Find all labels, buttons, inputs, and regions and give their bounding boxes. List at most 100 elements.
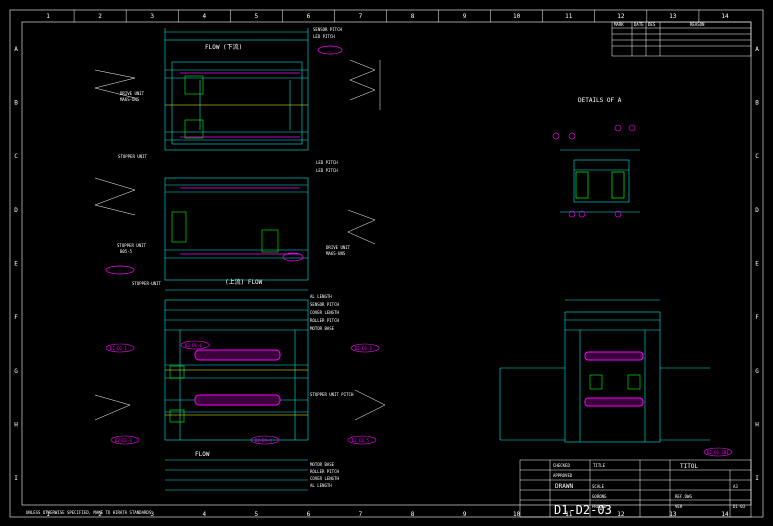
front-stopper-pitch: STOPPER UNIT PITCH xyxy=(310,392,354,397)
tb-version: VER xyxy=(675,504,683,509)
cad-drawing: 11223344556677889910101111121213131414 A… xyxy=(9,9,764,518)
top-sensor-pitch: SENSOR PITCH xyxy=(313,27,342,32)
tb-drawing-no: D1-D2-03 xyxy=(554,503,612,517)
tb-name-0: GORONG xyxy=(592,494,607,499)
middle-drive-unit: DRIVE UNIT xyxy=(326,245,351,250)
section-tag-2: D2-D1-3 xyxy=(115,438,132,443)
top-drive-unit: DRIVE UNIT xyxy=(120,91,145,96)
border-column-13-top: 13 xyxy=(669,13,677,20)
middle-view: (上流) FLOW LED PITCH STOPPER UNIT B05-5 D… xyxy=(94,168,376,291)
border-column-7-top: 7 xyxy=(359,13,363,20)
border-row-E-right: E xyxy=(755,261,759,268)
front-bottom-callout-2: COVER LENGTH xyxy=(310,476,339,481)
tb-checked-label: CHECKED xyxy=(553,463,570,468)
border-column-1-top: 1 xyxy=(46,13,50,20)
border-column-4-top: 4 xyxy=(202,13,206,20)
tb-title-value: TITOL xyxy=(680,463,698,470)
border-row-E-left: E xyxy=(14,261,18,268)
front-callout-3: ROLLER PITCH xyxy=(310,318,339,323)
border-row-B-right: B xyxy=(755,100,759,107)
tb-approved-label: APPROVED xyxy=(553,473,573,478)
border-row-F-right: F xyxy=(755,314,759,321)
border-column-3-top: 3 xyxy=(150,13,154,20)
front-view: AL LENGTH SENSOR PITCH COVER LENGTH ROLL… xyxy=(94,294,386,491)
border-row-C-right: C xyxy=(755,153,759,160)
front-callout-4: MOTOR BASE xyxy=(310,326,335,331)
middle-flow-label: (上流) FLOW xyxy=(225,278,263,286)
tb-scale-label: SCALE xyxy=(592,484,605,489)
border-column-2-top: 2 xyxy=(98,13,102,20)
top-view: FLOW (下流) SENSOR PITCH LED PITCH DRIVE U… xyxy=(94,27,381,165)
border-column-14-top: 14 xyxy=(721,13,729,20)
border-column-5-bottom: 5 xyxy=(255,511,259,518)
border-row-H-right: H xyxy=(755,422,759,429)
border-row-I-right: I xyxy=(755,475,759,482)
revision-headers: MARK DATE DES REASON xyxy=(614,22,705,27)
border-row-F-left: F xyxy=(14,314,18,321)
border-column-8-top: 8 xyxy=(411,13,415,20)
border-column-6-bottom: 6 xyxy=(307,511,311,518)
front-bottom-callout-1: ROLLER PITCH xyxy=(310,469,339,474)
side-view: D2-D1-C01 xyxy=(499,299,733,457)
section-tag-5: D2-D1-6 xyxy=(185,343,202,348)
border-column-5-top: 5 xyxy=(255,13,259,20)
border-column-11-top: 11 xyxy=(565,13,573,20)
border-column-9-bottom: 9 xyxy=(463,511,467,518)
border-row-D-left: D xyxy=(14,207,18,214)
tb-title-label: TITLE xyxy=(593,463,606,468)
middle-stopper-unit: STOPPER UNIT xyxy=(117,243,146,248)
rev-header-mark: MARK xyxy=(614,22,624,27)
top-stopper-unit: STOPPER UNIT xyxy=(118,154,147,159)
border-column-8-bottom: 8 xyxy=(411,511,415,518)
border-row-C-left: C xyxy=(14,153,18,160)
front-flow-label: FLOW xyxy=(195,451,210,458)
rev-header-reason: REASON xyxy=(690,22,705,27)
rev-header-des: DES xyxy=(648,22,656,27)
details-title: DETAILS OF A xyxy=(578,97,622,104)
front-bottom-callout-0: MOTOR BASE xyxy=(310,462,335,467)
middle-magenta-callout xyxy=(105,265,135,275)
border-column-12-top: 12 xyxy=(617,13,625,20)
section-tag-0: D2-D1-1 xyxy=(110,346,127,351)
front-callout-0: AL LENGTH xyxy=(310,294,332,299)
border-column-4-bottom: 4 xyxy=(202,511,206,518)
side-tag: D2-D1-C01 xyxy=(707,450,729,455)
rev-header-date: DATE xyxy=(634,22,644,27)
border-row-A-right: A xyxy=(755,46,759,53)
middle-stopper-label: STOPPER-UNIT xyxy=(132,281,161,286)
middle-led-pitch: LED PITCH xyxy=(316,168,338,173)
section-tag-1: D2-D1-2 xyxy=(355,346,372,351)
border-column-6-top: 6 xyxy=(307,13,311,20)
section-tag-3: D2-D1-4 xyxy=(255,438,272,443)
border-column-7-bottom: 7 xyxy=(359,511,363,518)
border-row-H-left: H xyxy=(14,422,18,429)
top-magenta-callout xyxy=(317,45,343,55)
top-drive-unit-sub: MA6S-UNS xyxy=(120,97,140,102)
front-callout-2: COVER LENGTH xyxy=(310,310,339,315)
border-column-10-top: 10 xyxy=(513,13,521,20)
details-view: DETAILS OF A xyxy=(552,97,640,218)
section-tag-4: D2-D1-5 xyxy=(352,438,369,443)
footer-note: UNLESS OTHERWISE SPECIFIED, MAKE TO HIRA… xyxy=(26,510,152,515)
tb-size: A3 xyxy=(733,484,738,489)
border-row-A-left: A xyxy=(14,46,18,53)
border-column-9-top: 9 xyxy=(463,13,467,20)
tb-drawn-label: DRAWN xyxy=(555,483,573,490)
tb-ref: REF.DWG xyxy=(675,494,692,499)
border-row-B-left: B xyxy=(14,100,18,107)
top-led-pitch-2: LED PITCH xyxy=(316,160,338,165)
front-callout-1: SENSOR PITCH xyxy=(310,302,339,307)
top-flow-label: FLOW (下流) xyxy=(205,43,242,51)
border-row-G-left: G xyxy=(14,368,18,375)
middle-stopper-unit-sub: B05-5 xyxy=(120,249,133,254)
top-led-pitch: LED PITCH xyxy=(313,34,335,39)
middle-drive-unit-sub: MA6S-UNS xyxy=(326,251,346,256)
border-row-D-right: D xyxy=(755,207,759,214)
front-bottom-callout-3: AL LENGTH xyxy=(310,483,332,488)
row-markers: A A B B C C D D E E F F G G H H I I xyxy=(14,46,759,482)
border-column-10-bottom: 10 xyxy=(513,511,521,518)
border-row-G-right: G xyxy=(755,368,759,375)
tb-sheet: D1-03 xyxy=(733,504,746,509)
revision-table xyxy=(611,21,752,57)
border-row-I-left: I xyxy=(14,475,18,482)
